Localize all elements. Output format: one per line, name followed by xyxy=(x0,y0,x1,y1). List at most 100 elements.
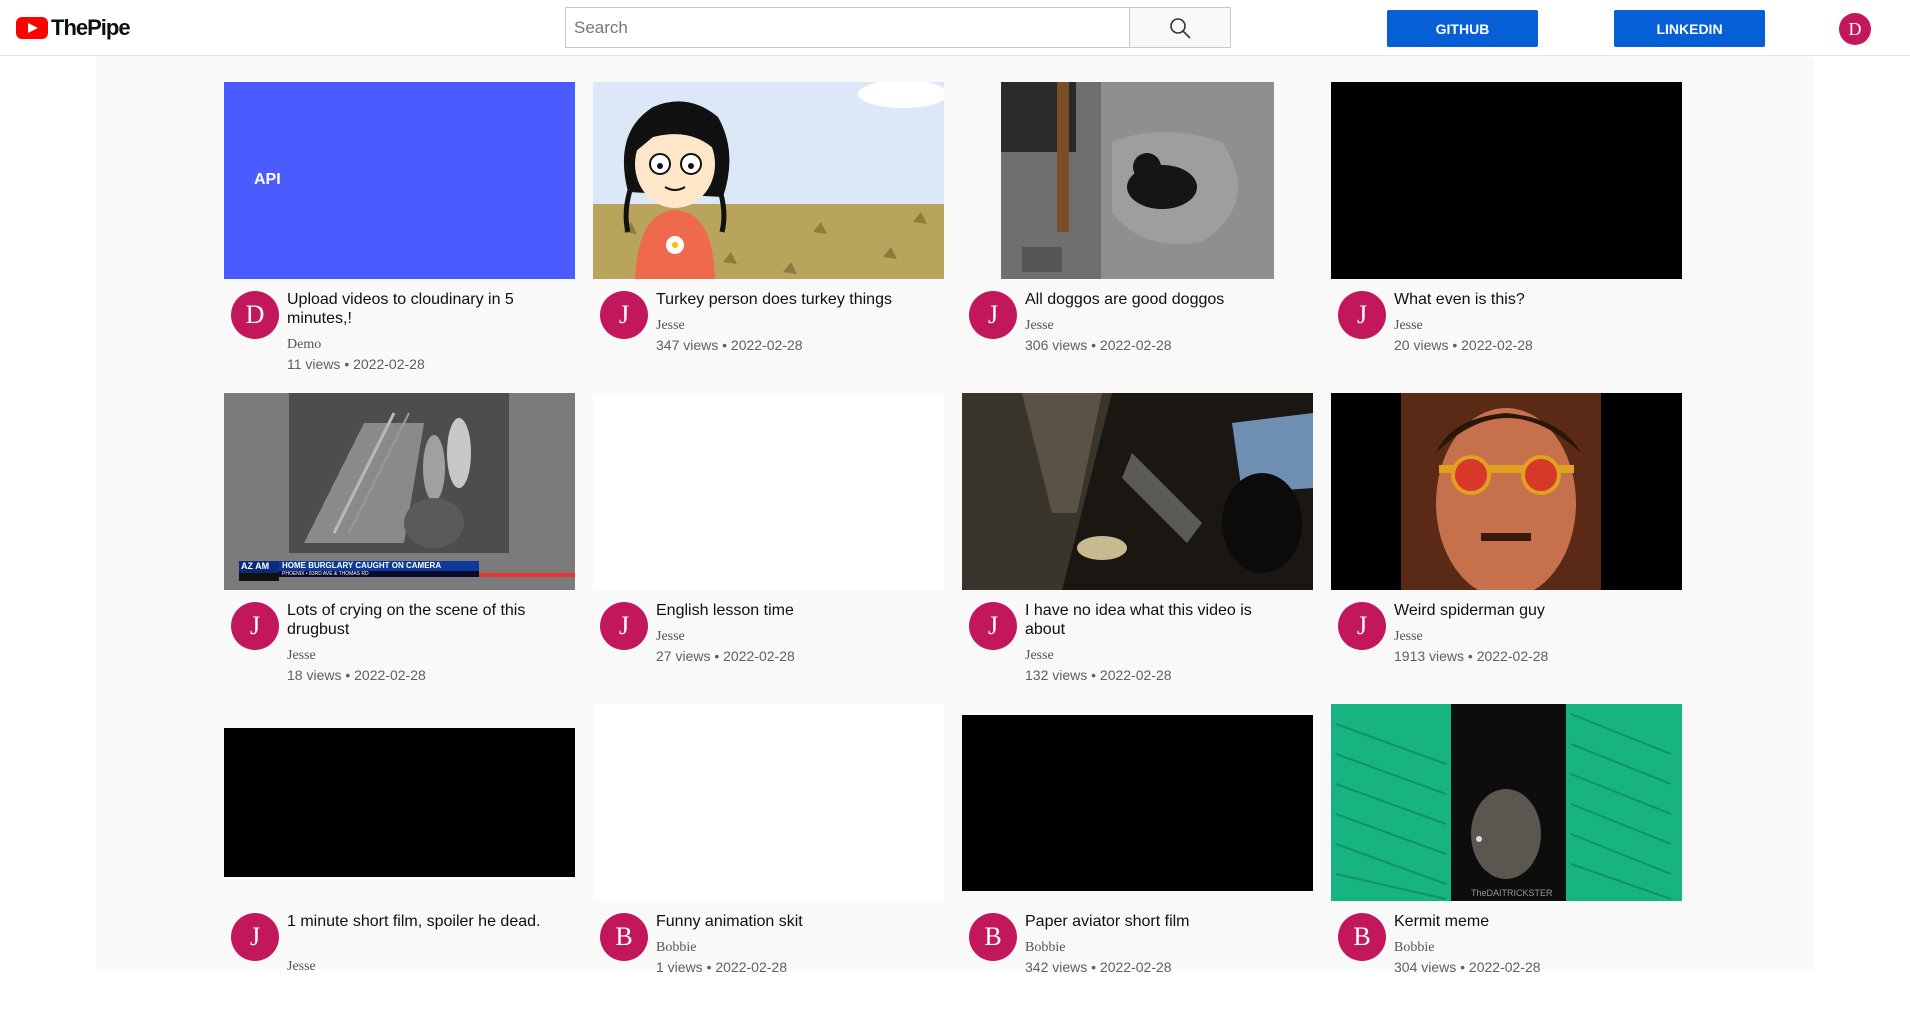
channel-name[interactable]: Jesse xyxy=(1394,629,1423,645)
video-thumbnail[interactable] xyxy=(593,393,944,590)
video-card[interactable]: J 1 minute short film, spoiler he dead. … xyxy=(224,704,575,1015)
video-meta: J Weird spiderman guy Jesse 1913 views •… xyxy=(1331,590,1682,704)
video-card[interactable]: J What even is this? Jesse 20 views • 20… xyxy=(1331,82,1682,393)
video-thumbnail[interactable]: AZ AM HOME BURGLARY CAUGHT ON CAMERA PHO… xyxy=(224,393,575,590)
brand-name: ThePipe xyxy=(51,15,131,40)
channel-avatar[interactable]: J xyxy=(969,602,1017,650)
search-input[interactable] xyxy=(566,8,1129,47)
video-card[interactable]: J Weird spiderman guy Jesse 1913 views •… xyxy=(1331,393,1682,704)
video-meta: J English lesson time Jesse 27 views • 2… xyxy=(593,590,944,704)
kermit-meme-image xyxy=(1331,704,1682,901)
channel-avatar[interactable]: J xyxy=(1338,291,1386,339)
video-stats: 132 views • 2022-02-28 xyxy=(1025,667,1172,683)
video-stats: 304 views • 2022-02-28 xyxy=(1394,959,1541,975)
channel-avatar[interactable]: J xyxy=(231,602,279,650)
channel-name[interactable]: Jesse xyxy=(287,959,316,975)
video-title[interactable]: What even is this? xyxy=(1394,290,1654,309)
video-title[interactable]: English lesson time xyxy=(656,601,916,620)
video-meta: B Paper aviator short film Bobbie 342 vi… xyxy=(962,901,1313,1015)
video-grid: API D Upload videos to cloudinary in 5 m… xyxy=(224,82,1682,1015)
video-stats: 18 views • 2022-02-28 xyxy=(287,667,426,683)
top-header: ThePipe GITHUB LINKEDIN D xyxy=(0,0,1910,56)
channel-name[interactable]: Jesse xyxy=(656,318,685,334)
channel-name[interactable]: Jesse xyxy=(1394,318,1423,334)
channel-name[interactable]: Bobbie xyxy=(1025,940,1065,956)
video-card[interactable]: AZ AM HOME BURGLARY CAUGHT ON CAMERA PHO… xyxy=(224,393,575,704)
video-thumbnail[interactable] xyxy=(962,704,1313,901)
video-stats: 27 views • 2022-02-28 xyxy=(656,648,795,664)
video-card[interactable]: TheDAITRICKSTER B Kermit meme Bobbie 304… xyxy=(1331,704,1682,1015)
video-stats: 1913 views • 2022-02-28 xyxy=(1394,648,1549,664)
video-card[interactable]: API D Upload videos to cloudinary in 5 m… xyxy=(224,82,575,393)
video-stats: 342 views • 2022-02-28 xyxy=(1025,959,1172,975)
thumbnail-caption: API xyxy=(254,171,281,188)
channel-name[interactable]: Jesse xyxy=(656,629,685,645)
site-logo[interactable]: ThePipe xyxy=(16,15,131,41)
user-avatar[interactable]: D xyxy=(1839,13,1871,45)
video-title[interactable]: Kermit meme xyxy=(1394,912,1654,931)
search-icon xyxy=(1170,17,1191,39)
video-title[interactable]: Lots of crying on the scene of this drug… xyxy=(287,601,547,639)
video-card[interactable]: J All doggos are good doggos Jesse 306 v… xyxy=(962,82,1313,393)
channel-name[interactable]: Bobbie xyxy=(656,940,696,956)
thumbnail-subcaption: PHOENIX • 83RD AVE & THOMAS RD xyxy=(282,571,369,577)
dog-photo-image xyxy=(1001,82,1274,279)
video-meta: B Funny animation skit Bobbie 1 views • … xyxy=(593,901,944,1015)
video-card[interactable]: J I have no idea what this video is abou… xyxy=(962,393,1313,704)
channel-name[interactable]: Jesse xyxy=(287,648,316,664)
video-card[interactable]: B Funny animation skit Bobbie 1 views • … xyxy=(593,704,944,1015)
video-title[interactable]: Upload videos to cloudinary in 5 minutes… xyxy=(287,290,547,328)
video-thumbnail[interactable] xyxy=(1331,393,1682,590)
video-stats: 306 views • 2022-02-28 xyxy=(1025,337,1172,353)
video-title[interactable]: 1 minute short film, spoiler he dead. xyxy=(287,912,547,931)
video-thumbnail[interactable]: TheDAITRICKSTER xyxy=(1331,704,1682,901)
github-button[interactable]: GITHUB xyxy=(1387,10,1538,47)
linkedin-button[interactable]: LINKEDIN xyxy=(1614,10,1765,47)
video-title[interactable]: Weird spiderman guy xyxy=(1394,601,1654,620)
video-meta: J I have no idea what this video is abou… xyxy=(962,590,1313,704)
channel-avatar[interactable]: J xyxy=(600,291,648,339)
channel-name[interactable]: Jesse xyxy=(1025,648,1054,664)
thumbnail-logo: AZ AM xyxy=(241,561,270,571)
video-title[interactable]: Paper aviator short film xyxy=(1025,912,1285,931)
goggles-man-image xyxy=(1331,393,1682,590)
video-card[interactable]: B Paper aviator short film Bobbie 342 vi… xyxy=(962,704,1313,1015)
video-thumbnail[interactable] xyxy=(1331,82,1682,279)
channel-avatar[interactable]: J xyxy=(231,913,279,961)
video-title[interactable]: I have no idea what this video is about xyxy=(1025,601,1285,639)
video-thumbnail[interactable] xyxy=(962,393,1313,590)
video-title[interactable]: Turkey person does turkey things xyxy=(656,290,916,309)
thumbnail-caption: HOME BURGLARY CAUGHT ON CAMERA xyxy=(282,561,442,570)
channel-avatar[interactable]: J xyxy=(1338,602,1386,650)
video-thumbnail[interactable] xyxy=(593,82,944,279)
thumbnail-letterbox xyxy=(962,715,1313,891)
video-meta: J All doggos are good doggos Jesse 306 v… xyxy=(962,279,1313,393)
channel-name[interactable]: Jesse xyxy=(1025,318,1054,334)
channel-name[interactable]: Bobbie xyxy=(1394,940,1434,956)
video-thumbnail[interactable]: API xyxy=(224,82,575,279)
channel-avatar[interactable]: D xyxy=(231,291,279,339)
video-card[interactable]: J Turkey person does turkey things Jesse… xyxy=(593,82,944,393)
video-card[interactable]: J English lesson time Jesse 27 views • 2… xyxy=(593,393,944,704)
channel-name[interactable]: Demo xyxy=(287,337,321,353)
channel-avatar[interactable]: B xyxy=(969,913,1017,961)
channel-avatar[interactable]: B xyxy=(600,913,648,961)
video-meta: D Upload videos to cloudinary in 5 minut… xyxy=(224,279,575,393)
video-feed: API D Upload videos to cloudinary in 5 m… xyxy=(96,57,1814,975)
video-stats: 347 views • 2022-02-28 xyxy=(656,337,803,353)
video-title[interactable]: Funny animation skit xyxy=(656,912,916,931)
video-thumbnail[interactable] xyxy=(593,704,944,901)
search-button[interactable] xyxy=(1129,8,1230,47)
video-meta: J 1 minute short film, spoiler he dead. … xyxy=(224,901,575,1015)
thumbnail-letterbox xyxy=(224,728,575,877)
channel-avatar[interactable]: J xyxy=(600,602,648,650)
video-thumbnail[interactable] xyxy=(962,82,1313,279)
video-title[interactable]: All doggos are good doggos xyxy=(1025,290,1285,309)
video-stats: 20 views • 2022-02-28 xyxy=(1394,337,1533,353)
channel-avatar[interactable]: B xyxy=(1338,913,1386,961)
video-stats: 11 views • 2022-02-28 xyxy=(287,356,425,372)
channel-avatar[interactable]: J xyxy=(969,291,1017,339)
video-thumbnail[interactable] xyxy=(224,704,575,901)
play-logo-icon xyxy=(16,17,48,39)
video-meta: J What even is this? Jesse 20 views • 20… xyxy=(1331,279,1682,393)
